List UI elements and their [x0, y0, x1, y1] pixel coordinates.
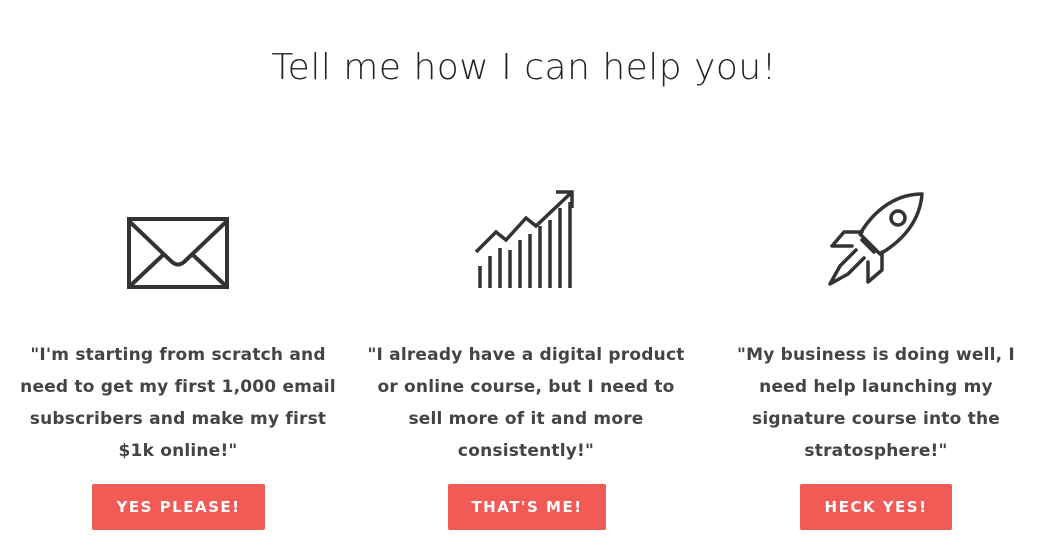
quote-line: stratosphere!" — [804, 441, 948, 461]
service-card-growth: "I already have a digital product or onl… — [356, 180, 696, 540]
thats-me-button[interactable]: THAT'S ME! — [448, 484, 606, 530]
quote-line: signature course into the — [752, 409, 1000, 429]
quote-line: $1k online!" — [118, 441, 238, 461]
rocket-icon — [828, 192, 924, 286]
rocket-icon-wrap — [706, 180, 1046, 292]
growth-chart-icon-wrap — [356, 180, 696, 292]
quote-line: sell more of it and more — [408, 409, 644, 429]
page-title: Tell me how I can help you! — [271, 47, 777, 89]
quote-line: need help launching my — [759, 377, 993, 397]
envelope-icon — [127, 217, 229, 289]
quote-line: subscribers and make my first — [29, 409, 327, 429]
service-card-starter: "I'm starting from scratch and need to g… — [8, 180, 348, 540]
envelope-icon-wrap — [8, 180, 348, 292]
card-quote: "I already have a digital product or onl… — [356, 339, 696, 467]
yes-please-button[interactable]: YES PLEASE! — [92, 484, 265, 530]
card-quote: "I'm starting from scratch and need to g… — [8, 339, 348, 467]
card-quote: "My business is doing well, I need help … — [706, 339, 1046, 467]
quote-line: consistently!" — [457, 441, 595, 461]
quote-line: "I already have a digital product — [367, 345, 685, 365]
quote-line: "My business is doing well, I — [737, 345, 1015, 365]
quote-line: need to get my first 1,000 email — [20, 377, 336, 397]
quote-line: or online course, but I need to — [377, 377, 675, 397]
growth-chart-icon — [474, 190, 574, 288]
service-card-launch: "My business is doing well, I need help … — [706, 180, 1046, 540]
heck-yes-button[interactable]: HECK YES! — [800, 484, 952, 530]
quote-line: "I'm starting from scratch and — [30, 345, 326, 365]
